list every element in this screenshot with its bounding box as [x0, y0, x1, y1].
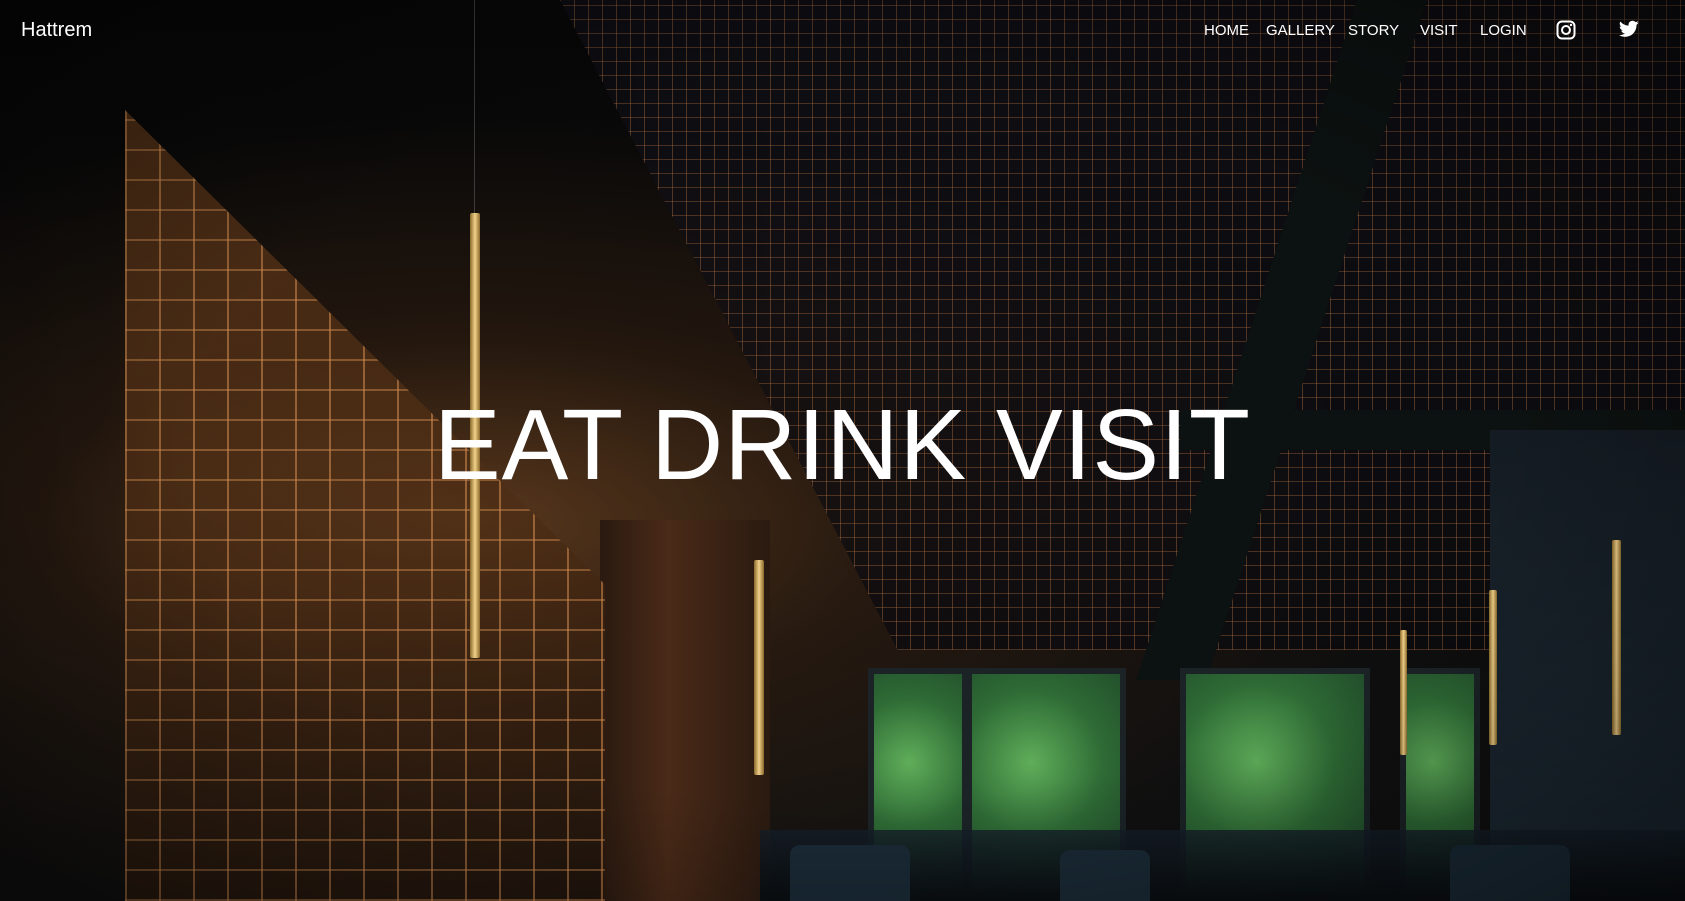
pendant-light — [1612, 540, 1621, 735]
nav-home-link[interactable]: HOME — [1204, 22, 1249, 39]
hero-section: Hattrem HOME GALLERY STORY VISIT LOGIN E… — [0, 0, 1685, 901]
wood-wall — [600, 520, 770, 901]
instagram-icon[interactable] — [1556, 20, 1578, 42]
nav-visit-link[interactable]: VISIT — [1420, 22, 1458, 39]
pendant-light — [1400, 630, 1407, 755]
top-navigation: Hattrem HOME GALLERY STORY VISIT LOGIN — [0, 0, 1685, 62]
metal-grid-screen — [125, 110, 605, 901]
nav-login-link[interactable]: LOGIN — [1480, 22, 1527, 39]
twitter-icon[interactable] — [1618, 20, 1641, 42]
brand-logo-link[interactable]: Hattrem — [21, 19, 92, 42]
hero-headline: EAT DRINK VISIT — [433, 389, 1251, 501]
sofa — [790, 845, 910, 901]
pendant-light — [1489, 590, 1497, 745]
nav-story-link[interactable]: STORY — [1348, 22, 1399, 39]
nav-gallery-link[interactable]: GALLERY — [1266, 22, 1335, 39]
sofa — [1060, 850, 1150, 901]
sofa — [1450, 845, 1570, 901]
pendant-light — [754, 560, 764, 775]
